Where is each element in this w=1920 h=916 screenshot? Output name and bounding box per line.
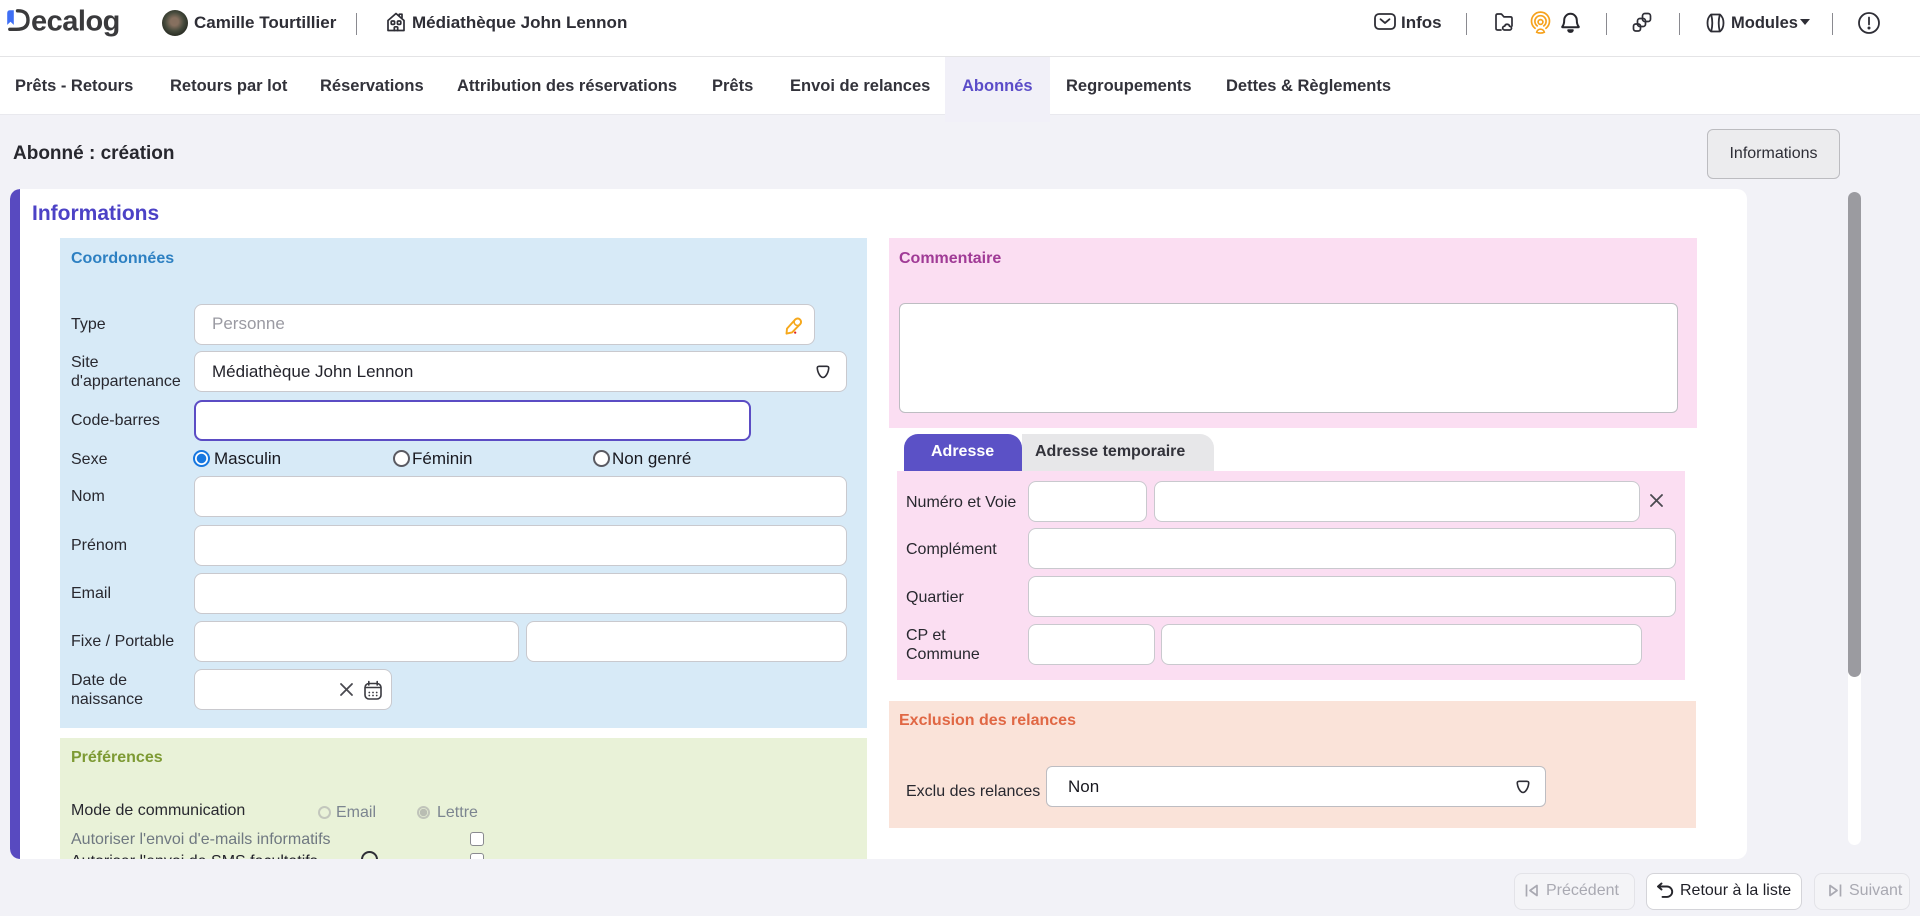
svg-text:ecalog: ecalog <box>31 6 120 38</box>
